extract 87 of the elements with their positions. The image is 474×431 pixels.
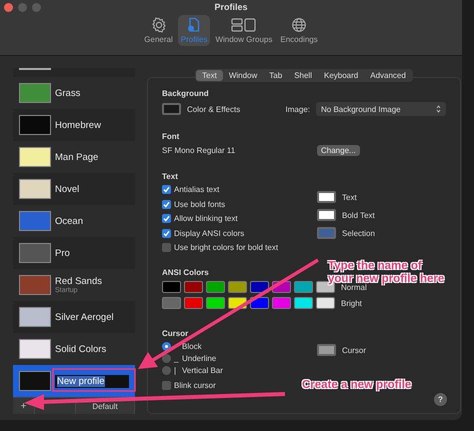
tab[interactable]: Tab — [263, 70, 288, 81]
chevron-icon — [436, 105, 441, 113]
minimize-button[interactable] — [18, 3, 27, 12]
color-swatch[interactable] — [228, 281, 247, 293]
tab[interactable]: Advanced — [364, 70, 412, 81]
color-swatch[interactable] — [184, 297, 203, 309]
close-button[interactable] — [4, 3, 13, 12]
radio-label: Underline — [182, 354, 216, 363]
label: Normal — [341, 282, 368, 292]
color-swatch[interactable] — [184, 281, 203, 293]
tab[interactable]: Text — [196, 70, 223, 81]
profile-name: Homebrew — [55, 120, 101, 130]
toolbar-tab[interactable]: Encodings — [277, 15, 321, 46]
name-field[interactable]: New profile — [55, 374, 129, 388]
profile-name: Solid Colors — [55, 344, 106, 354]
profile-name: Grass — [55, 88, 80, 98]
profile-name: Pro — [55, 248, 70, 258]
color-swatch[interactable] — [162, 281, 181, 293]
profile-item[interactable]: Homebrew — [13, 109, 135, 141]
checkbox[interactable] — [162, 200, 171, 208]
profile-name: Silver Aerogel — [55, 312, 114, 322]
label: Bright — [341, 298, 363, 308]
window-title: Profiles — [214, 2, 248, 12]
color-well[interactable] — [317, 344, 336, 356]
change-button[interactable]: Change... — [317, 145, 360, 156]
windows-icon — [230, 17, 257, 33]
profile-item[interactable]: Silver Aerogel — [13, 301, 135, 333]
checkbox-label: Display ANSI colors — [174, 228, 244, 238]
tab[interactable]: Shell — [288, 70, 318, 81]
profile-name: Red Sands — [55, 276, 102, 287]
color-well[interactable] — [317, 191, 336, 203]
profile-item[interactable]: New profile — [13, 365, 135, 397]
color-well[interactable] — [317, 209, 336, 221]
radio-label: Block — [182, 342, 202, 351]
color-swatch[interactable] — [250, 281, 269, 293]
toolbar-tab[interactable]: General — [141, 15, 176, 46]
gear-icon — [150, 17, 167, 33]
color-swatch[interactable] — [206, 297, 225, 309]
checkbox[interactable] — [162, 228, 171, 238]
color-swatch[interactable] — [272, 297, 291, 309]
tab[interactable]: Window — [222, 70, 264, 81]
profile-name: Man Page — [55, 152, 98, 162]
label: Color & Effects — [187, 104, 240, 114]
checkbox[interactable] — [162, 214, 171, 223]
label: Bold Text — [342, 210, 375, 220]
profile-item[interactable] — [13, 68, 135, 77]
profile-item[interactable]: Pro — [13, 237, 135, 269]
profile-item[interactable]: Novel — [13, 173, 135, 205]
color-swatch[interactable] — [162, 297, 181, 309]
checkbox-label: Use bold fonts — [174, 200, 226, 208]
section-heading: Font — [162, 132, 180, 141]
callout-text: Type the name of your new profile here — [328, 260, 444, 285]
color-swatch[interactable] — [294, 281, 313, 293]
checkbox[interactable] — [162, 185, 171, 194]
checkbox-label: Antialias text — [174, 185, 220, 194]
image-dropdown[interactable]: No Background Image — [316, 102, 446, 116]
cursor-symbol: _ — [174, 354, 178, 363]
checkbox-label: Use bright colors for bold text — [174, 243, 278, 252]
section-heading: ANSI Colors — [162, 268, 210, 277]
color-swatch[interactable] — [316, 297, 335, 309]
callout-text: Create a new profile — [302, 379, 412, 392]
toolbar-tab[interactable]: Window Groups — [212, 15, 276, 46]
checkbox[interactable] — [162, 243, 171, 252]
radio-label: Vertical Bar — [182, 366, 223, 375]
section-heading: Background — [162, 89, 210, 98]
label: Image: — [286, 104, 310, 114]
color-well[interactable] — [317, 227, 336, 239]
section-heading: Text — [162, 172, 179, 181]
profile-name: Ocean — [55, 216, 83, 226]
checkbox-label: Allow blinking text — [174, 214, 238, 223]
radio-button[interactable] — [162, 354, 171, 363]
color-swatch[interactable] — [206, 281, 225, 293]
section-heading: Cursor — [162, 329, 190, 338]
color-swatch[interactable] — [294, 297, 313, 309]
zoom-button[interactable] — [32, 3, 41, 12]
label: Selection — [342, 228, 375, 238]
globe-icon — [291, 17, 308, 33]
radio-button[interactable] — [162, 366, 171, 375]
color-well[interactable] — [162, 103, 181, 115]
tab[interactable]: Keyboard — [318, 70, 364, 81]
cursor-symbol: | — [174, 366, 176, 375]
checkbox[interactable] — [162, 381, 171, 390]
font-name: SF Mono Regular 11 — [162, 146, 236, 155]
label: Text — [342, 192, 357, 202]
checkbox-label: Blink cursor — [174, 381, 216, 390]
label: Cursor — [342, 346, 366, 354]
profile-name: Novel — [55, 184, 80, 194]
